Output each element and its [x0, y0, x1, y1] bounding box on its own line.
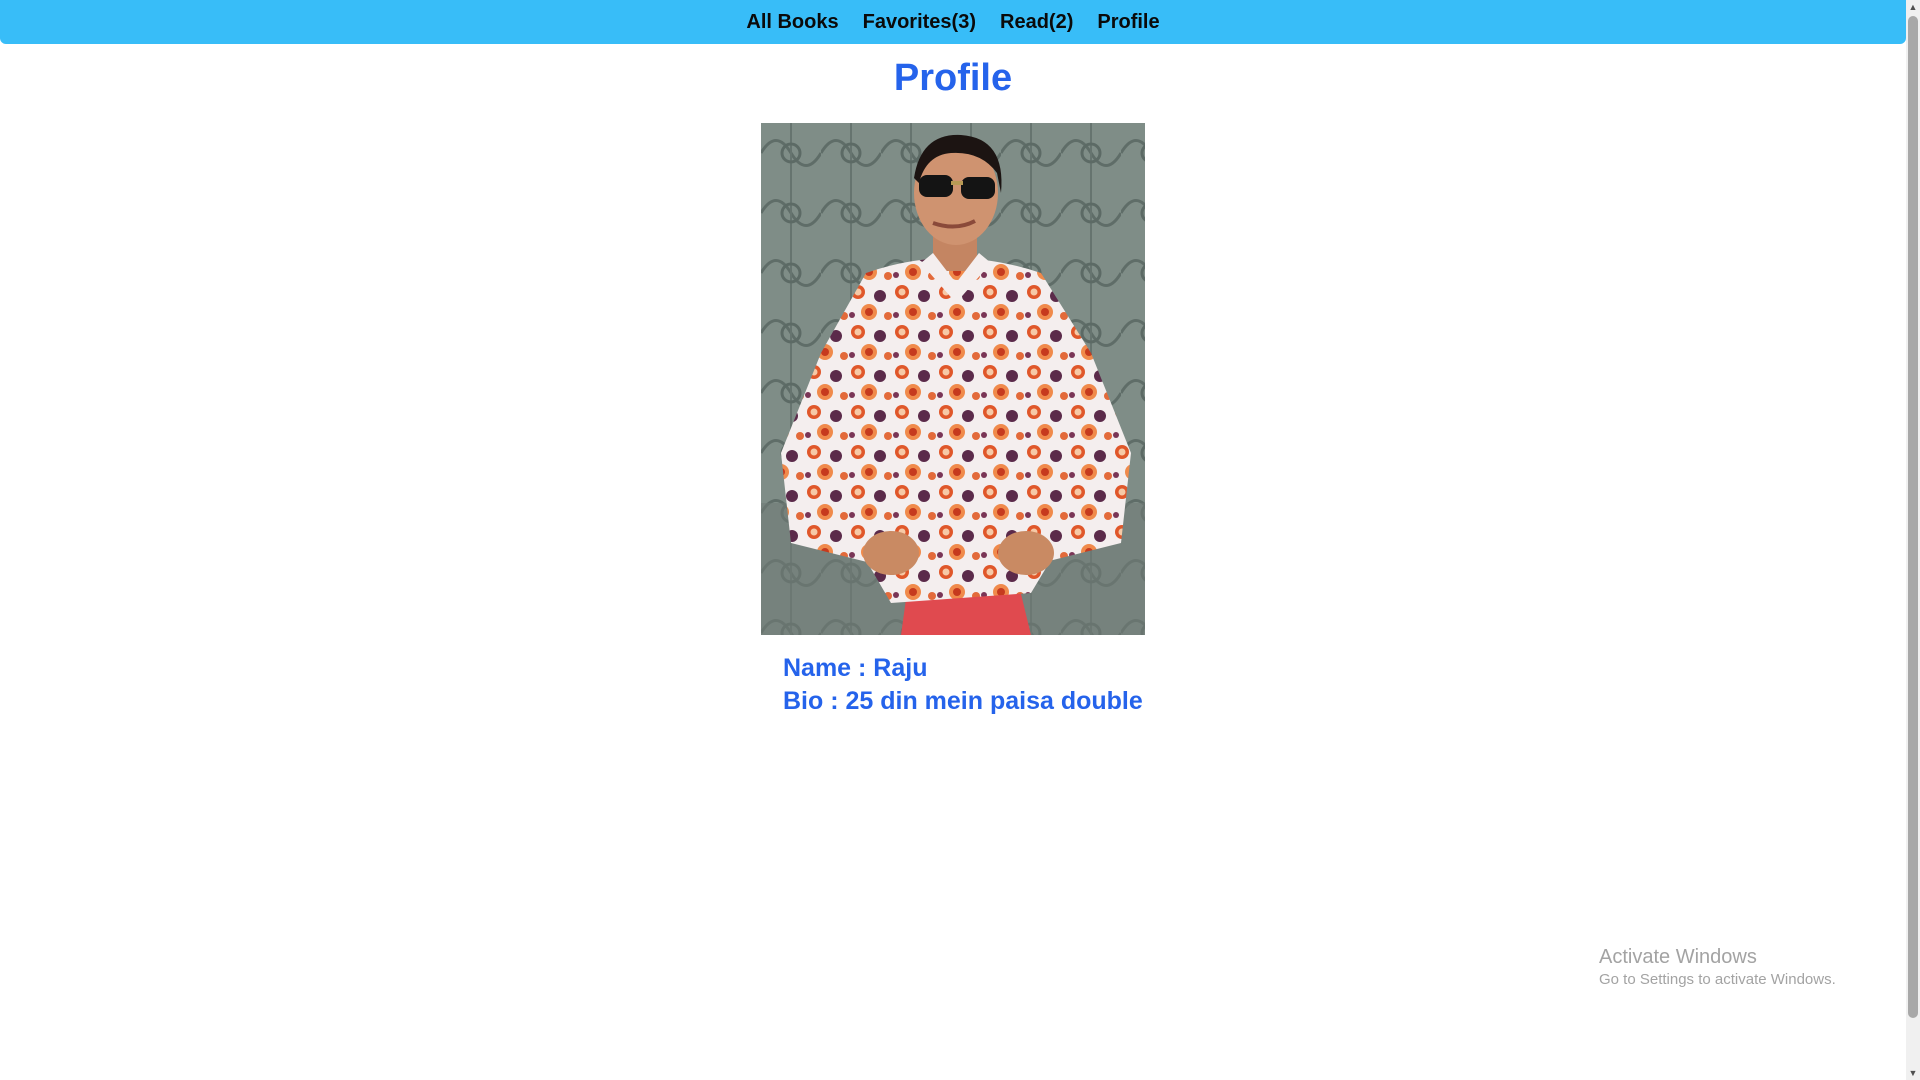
profile-info: Name : Raju Bio : 25 din mein paisa doub… — [783, 652, 1143, 718]
scrollbar-thumb[interactable] — [1908, 16, 1918, 1018]
profile-photo — [761, 123, 1145, 635]
profile-bio: Bio : 25 din mein paisa double — [783, 687, 1143, 715]
nav-profile[interactable]: Profile — [1095, 11, 1161, 34]
watermark-subtitle: Go to Settings to activate Windows. — [1599, 971, 1836, 988]
watermark-title: Activate Windows — [1599, 946, 1757, 968]
nav-favorites[interactable]: Favorites(3) — [861, 11, 978, 34]
profile-name: Name : Raju — [783, 654, 928, 682]
profile-photo-illustration — [761, 123, 1145, 635]
vertical-scrollbar[interactable]: ▲ ▼ — [1906, 0, 1920, 1080]
nav-read[interactable]: Read(2) — [998, 11, 1075, 34]
nav-all-books[interactable]: All Books — [744, 11, 840, 34]
scroll-down-arrow-icon[interactable]: ▼ — [1906, 1066, 1920, 1080]
windows-activation-watermark: Activate Windows Go to Settings to activ… — [1599, 944, 1836, 990]
app-viewport: All Books Favorites(3) Read(2) Profile P… — [0, 0, 1920, 1080]
page-title: Profile — [893, 57, 1013, 99]
top-navbar: All Books Favorites(3) Read(2) Profile — [0, 0, 1906, 44]
scroll-up-arrow-icon[interactable]: ▲ — [1906, 0, 1920, 14]
